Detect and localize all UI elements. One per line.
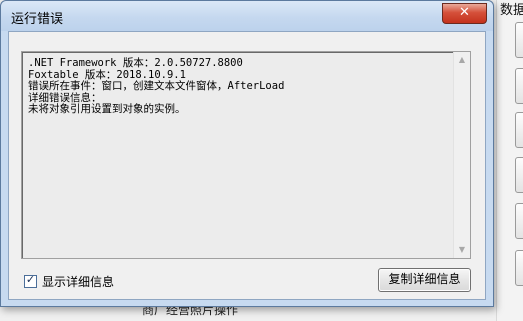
- show-details-option[interactable]: ✓ 显示详细信息: [24, 273, 114, 289]
- background-top-label: 数据: [500, 3, 523, 18]
- show-details-label: 显示详细信息: [42, 274, 115, 289]
- show-details-checkbox[interactable]: ✓: [24, 272, 37, 288]
- background-button-4[interactable]: [515, 157, 523, 193]
- error-details-text: .NET Framework 版本：2.0.50727.8800 Foxtabl…: [28, 57, 285, 116]
- background-button-5[interactable]: [515, 203, 523, 239]
- background-button-6[interactable]: [515, 250, 523, 286]
- dialog-titlebar[interactable]: 运行错误 ✕: [1, 1, 493, 31]
- scroll-up-arrow-icon[interactable]: ▲: [454, 52, 470, 68]
- dialog-body: .NET Framework 版本：2.0.50727.8800 Foxtabl…: [8, 31, 486, 300]
- close-icon: ✕: [459, 5, 470, 20]
- vertical-scrollbar[interactable]: ▲ ▼: [453, 52, 470, 258]
- scroll-down-arrow-icon[interactable]: ▼: [454, 242, 470, 258]
- background-button-1[interactable]: [515, 22, 523, 58]
- close-button[interactable]: ✕: [442, 3, 487, 24]
- dialog-title: 运行错误: [11, 12, 64, 27]
- checkmark-icon: ✓: [25, 272, 36, 286]
- background-button-3[interactable]: [515, 112, 523, 148]
- error-details-textbox[interactable]: .NET Framework 版本：2.0.50727.8800 Foxtabl…: [21, 51, 471, 259]
- copy-details-button[interactable]: 复制详细信息: [378, 268, 471, 292]
- runtime-error-dialog: 运行错误 ✕ .NET Framework 版本：2.0.50727.8800 …: [0, 0, 494, 307]
- background-button-2[interactable]: [515, 68, 523, 104]
